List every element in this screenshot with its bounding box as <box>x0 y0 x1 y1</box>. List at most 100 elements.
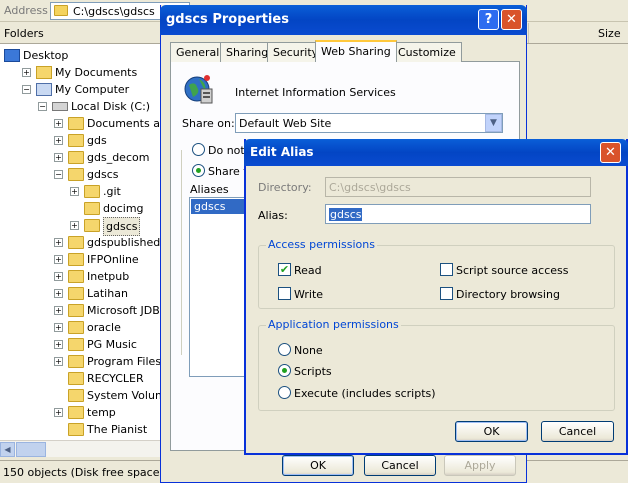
tree-item-label: System Volume I <box>87 389 165 402</box>
expand-icon[interactable]: + <box>54 289 63 298</box>
expand-icon[interactable]: + <box>54 272 63 281</box>
share-on-label: Share on: <box>182 117 235 130</box>
expand-icon[interactable]: + <box>70 221 79 230</box>
expand-icon[interactable]: + <box>70 187 79 196</box>
folder-icon <box>68 406 84 419</box>
folder-icon <box>84 219 100 232</box>
folder-icon <box>68 372 84 385</box>
app-permission-execute-label: Execute (includes scripts) <box>294 387 436 400</box>
properties-title: gdscs Properties <box>166 12 289 27</box>
directory-browsing-checkbox[interactable] <box>440 287 453 300</box>
app-permission-scripts-radio[interactable] <box>278 364 291 377</box>
expand-icon[interactable]: + <box>22 68 31 77</box>
tree-item-label: My Computer <box>55 83 130 96</box>
directory-field: C:\gdscs\gdscs <box>325 177 591 197</box>
tree-item-label: gdspublished <box>87 236 161 249</box>
folder-icon <box>68 321 84 334</box>
tree-item-label: The Pianist <box>87 423 148 436</box>
alias-list-item[interactable]: gdscs <box>191 199 247 214</box>
expand-icon[interactable]: + <box>54 408 63 417</box>
tree-item-label: Microsoft JDBC D <box>87 304 165 317</box>
expand-icon[interactable]: + <box>54 238 63 247</box>
expand-icon[interactable]: + <box>54 119 63 128</box>
folder-icon <box>68 389 84 402</box>
expand-icon[interactable]: + <box>54 357 63 366</box>
folders-pane-title: Folders <box>4 27 44 40</box>
column-divider[interactable] <box>528 23 529 43</box>
read-checkbox[interactable]: ✔ <box>278 263 291 276</box>
help-button[interactable]: ? <box>478 9 499 30</box>
write-label: Write <box>294 288 324 301</box>
folder-icon <box>68 287 84 300</box>
app-permission-scripts-label: Scripts <box>294 365 332 378</box>
size-column-header[interactable]: Size <box>598 27 621 40</box>
tree-item-label: Latihan <box>87 287 128 300</box>
tree-item-label: oracle <box>87 321 121 334</box>
close-button[interactable]: ✕ <box>501 9 522 30</box>
scroll-thumb[interactable] <box>16 442 46 457</box>
address-label: Address <box>4 4 48 17</box>
collapse-icon[interactable]: − <box>38 102 47 111</box>
collapse-icon[interactable]: − <box>22 85 31 94</box>
folder-icon <box>68 134 84 147</box>
folder-icon <box>68 338 84 351</box>
edit-alias-ok-button[interactable]: OK <box>455 421 528 442</box>
folder-icon <box>54 5 68 16</box>
properties-cancel-button[interactable]: Cancel <box>364 455 436 476</box>
edit-alias-close-button[interactable]: ✕ <box>600 142 621 163</box>
collapse-icon[interactable]: − <box>54 170 63 179</box>
app-permission-none-radio[interactable] <box>278 343 291 356</box>
folder-icon <box>68 355 84 368</box>
folder-icon <box>84 202 100 215</box>
radio-share-this-folder[interactable] <box>192 164 205 177</box>
folder-icon <box>84 185 100 198</box>
alias-value: gdscs <box>329 208 363 221</box>
chevron-down-icon[interactable]: ▼ <box>485 114 502 132</box>
directory-browsing-label: Directory browsing <box>456 288 560 301</box>
my-documents-icon <box>36 66 52 79</box>
tree-horizontal-scrollbar[interactable]: ◀ <box>0 440 165 457</box>
radio-do-not-share[interactable] <box>192 143 205 156</box>
properties-titlebar[interactable]: gdscs Properties ? ✕ <box>160 5 527 35</box>
share-on-value: Default Web Site <box>239 117 332 130</box>
tab-web-sharing[interactable]: Web Sharing <box>315 40 397 62</box>
app-permission-execute-radio[interactable] <box>278 386 291 399</box>
folder-tree: Desktop + My Documents − My Computer − Local D… <box>0 44 165 440</box>
expand-icon[interactable]: + <box>54 323 63 332</box>
edit-alias-title: Edit Alias <box>250 145 314 159</box>
expand-icon[interactable]: + <box>54 153 63 162</box>
write-checkbox[interactable] <box>278 287 291 300</box>
properties-apply-button[interactable]: Apply <box>444 455 516 476</box>
status-text: 150 objects (Disk free space: 22. <box>3 466 185 479</box>
properties-ok-button[interactable]: OK <box>282 455 354 476</box>
share-on-select[interactable]: Default Web Site ▼ <box>235 113 503 133</box>
app-permission-none-label: None <box>294 344 323 357</box>
tree-item-label: Inetpub <box>87 270 130 283</box>
directory-value: C:\gdscs\gdscs <box>329 181 411 194</box>
alias-label: Alias: <box>258 209 288 222</box>
my-computer-icon <box>36 83 52 96</box>
tree-item-label: My Documents <box>55 66 138 79</box>
tree-item-label: IFPOnline <box>87 253 139 266</box>
tree-item-label: gdscs <box>87 168 119 181</box>
tree-item-label: gds <box>87 134 107 147</box>
address-value: C:\gdscs\gdscs <box>73 5 155 18</box>
edit-alias-cancel-button[interactable]: Cancel <box>541 421 614 442</box>
drive-icon <box>52 102 68 111</box>
edit-alias-titlebar[interactable]: Edit Alias ✕ <box>244 139 628 166</box>
expand-icon[interactable]: + <box>54 340 63 349</box>
tree-item-label: gds_decom <box>87 151 150 164</box>
group-divider <box>181 150 182 355</box>
folder-icon <box>68 304 84 317</box>
tab-general[interactable]: General <box>170 42 226 62</box>
expand-icon[interactable]: + <box>54 306 63 315</box>
aliases-list[interactable]: gdscs <box>189 197 249 377</box>
expand-icon[interactable]: + <box>54 136 63 145</box>
expand-icon[interactable]: + <box>54 255 63 264</box>
folder-icon <box>68 117 84 130</box>
radio-do-not-share-label: Do not <box>208 144 245 157</box>
tab-customize[interactable]: Customize <box>392 42 462 62</box>
script-source-access-checkbox[interactable] <box>440 263 453 276</box>
alias-input[interactable]: gdscs <box>325 204 591 224</box>
scroll-left-icon[interactable]: ◀ <box>0 442 15 457</box>
